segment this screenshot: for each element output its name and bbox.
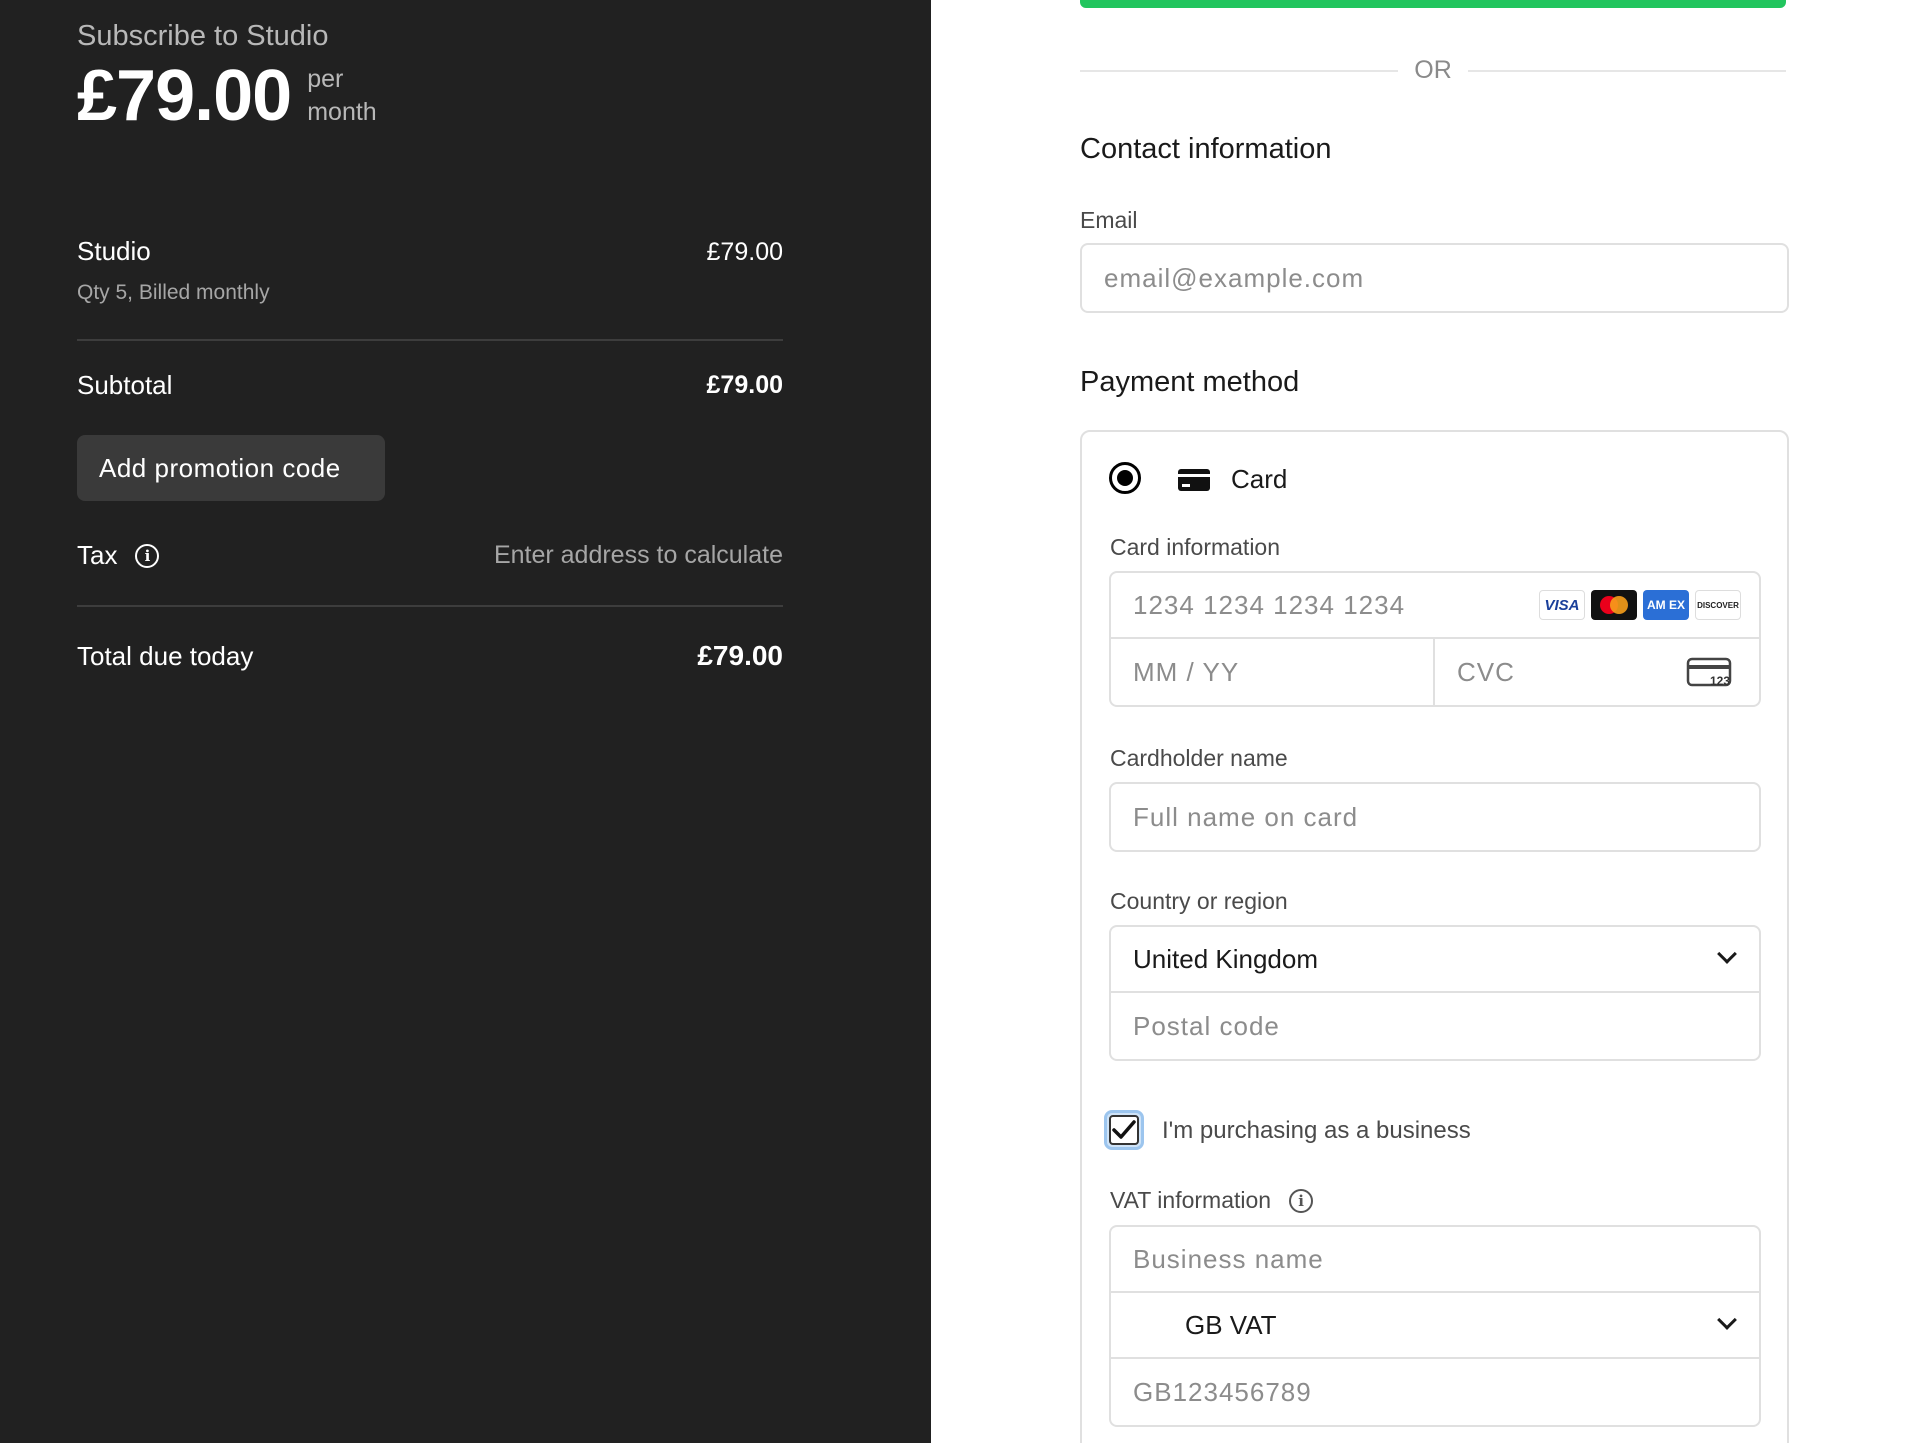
mastercard-icon (1591, 590, 1637, 620)
cvc-card-icon: 123 (1686, 657, 1732, 689)
subtotal-label: Subtotal (77, 370, 173, 400)
credit-card-icon (1178, 469, 1210, 491)
country-label: Country or region (1110, 888, 1288, 914)
card-option-label: Card (1231, 464, 1288, 494)
order-summary-panel: Subscribe to Studio £79.00 per month Stu… (0, 0, 931, 1443)
add-promotion-code-button[interactable]: Add promotion code (77, 435, 385, 501)
cvc-icon-text: 123 (1710, 674, 1730, 688)
divider (1080, 69, 1399, 72)
subtotal-row: Subtotal £79.00 (77, 370, 783, 401)
express-checkout-button[interactable] (1080, 0, 1786, 8)
total-label: Total due today (77, 640, 254, 671)
card-radio-button[interactable] (1109, 462, 1141, 494)
discover-icon: DISCOVER (1695, 590, 1741, 620)
amex-icon: AM EX (1643, 590, 1689, 620)
price-unit: per month (307, 63, 376, 129)
tax-value: Enter address to calculate (493, 541, 783, 569)
or-text: OR (1414, 56, 1452, 84)
tax-label-wrap: Tax i (77, 540, 160, 571)
checkout-form-panel: OR Contact information Email email@examp… (931, 0, 1920, 1443)
subtotal-value: £79.00 (706, 371, 783, 399)
divider (77, 339, 783, 341)
vat-information-label-wrap: VAT information i (1110, 1187, 1314, 1214)
price-unit-per: per (307, 65, 344, 93)
line-item-name: Studio (77, 236, 151, 266)
country-select[interactable]: United Kingdom (1109, 925, 1761, 993)
vat-type-select[interactable]: GB VAT (1109, 1291, 1761, 1359)
info-icon[interactable]: i (135, 543, 160, 568)
divider (77, 605, 783, 607)
total-row: Total due today £79.00 (77, 640, 783, 672)
price-unit-month: month (307, 98, 377, 126)
line-item-meta: Qty 5, Billed monthly (77, 281, 270, 304)
business-name-input[interactable]: Business name (1109, 1225, 1761, 1293)
vat-information-label: VAT information (1110, 1187, 1272, 1213)
card-information-label: Card information (1110, 534, 1281, 560)
email-input[interactable]: email@example.com (1080, 243, 1789, 313)
divider (1467, 69, 1786, 72)
or-separator: OR (1080, 56, 1786, 85)
cardholder-name-label: Cardholder name (1110, 745, 1288, 771)
total-value: £79.00 (697, 640, 783, 671)
subscribe-title: Subscribe to Studio (77, 20, 329, 52)
payment-method-title: Payment method (1080, 366, 1300, 398)
price-display: £79.00 per month (77, 60, 377, 132)
line-item: Studio Qty 5, Billed monthly £79.00 (77, 236, 783, 305)
contact-information-title: Contact information (1080, 133, 1332, 165)
cardholder-name-input[interactable]: Full name on card (1109, 782, 1761, 852)
checkbox-box (1109, 1115, 1139, 1145)
price-amount: £79.00 (77, 56, 292, 136)
info-icon[interactable]: i (1289, 1188, 1314, 1213)
business-checkbox[interactable] (1104, 1110, 1144, 1150)
tax-row: Tax i Enter address to calculate (77, 540, 783, 571)
vat-number-input[interactable]: GB123456789 (1109, 1357, 1761, 1427)
email-label: Email (1080, 207, 1138, 233)
tax-label: Tax (77, 540, 118, 570)
expiry-input[interactable]: MM / YY (1109, 637, 1435, 707)
checkmark-icon (1112, 1120, 1136, 1139)
line-item-amount: £79.00 (706, 238, 783, 266)
visa-icon: VISA (1539, 590, 1585, 620)
business-checkbox-label: I'm purchasing as a business (1162, 1117, 1471, 1144)
postal-code-input[interactable]: Postal code (1109, 991, 1761, 1061)
radio-dot (1117, 470, 1133, 486)
